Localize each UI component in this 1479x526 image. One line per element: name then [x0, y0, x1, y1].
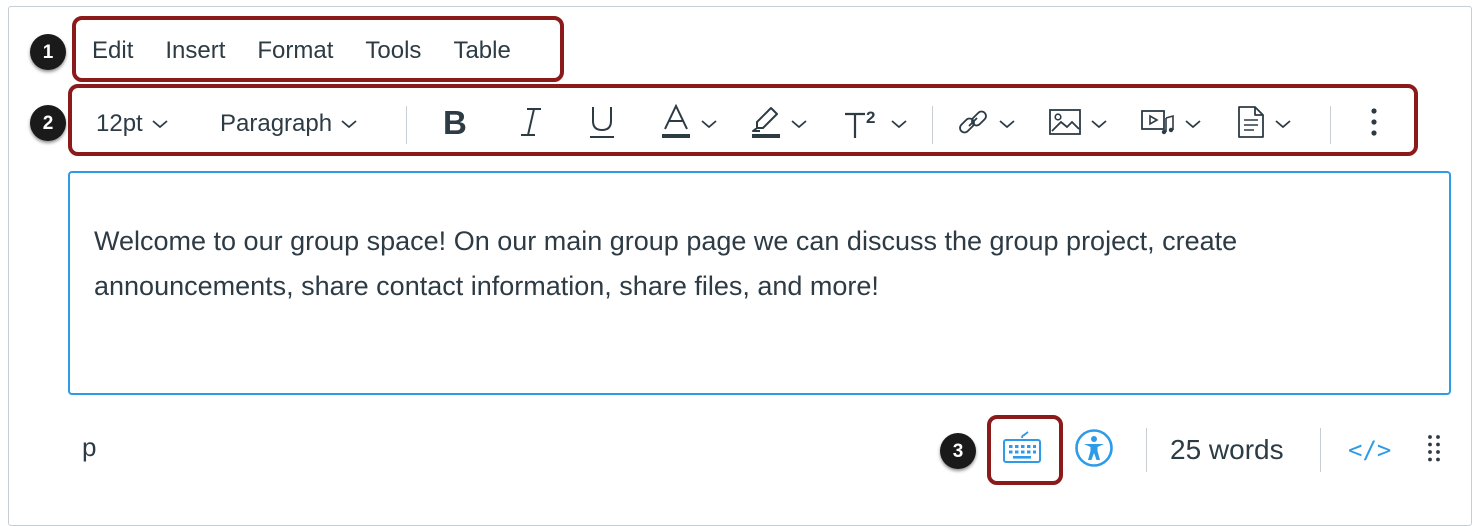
resize-handle[interactable] [1426, 425, 1442, 475]
text-color-icon [660, 103, 692, 145]
block-format-dropdown[interactable]: Paragraph [220, 96, 358, 152]
accessibility-icon [1074, 428, 1114, 473]
italic-icon [516, 105, 546, 144]
chevron-down-icon [340, 118, 358, 130]
underline-icon [586, 104, 618, 145]
highlight-color-icon [750, 104, 782, 145]
bold-button[interactable]: B [440, 96, 470, 152]
toolbar-divider [1330, 106, 1331, 144]
chevron-down-icon [890, 118, 908, 130]
html-editor-toggle[interactable]: </> [1348, 425, 1391, 475]
chevron-down-icon [151, 118, 169, 130]
element-path[interactable]: p [82, 432, 96, 463]
keyboard-shortcuts-button[interactable] [1002, 425, 1042, 475]
bold-icon: B [440, 104, 470, 144]
callout-3: 3 [940, 433, 976, 469]
menu-format[interactable]: Format [257, 37, 333, 65]
font-size-dropdown[interactable]: 12pt [96, 96, 169, 152]
svg-text:B: B [443, 105, 467, 139]
toolbar-divider [406, 106, 407, 144]
svg-text:2: 2 [866, 108, 875, 127]
chevron-down-icon [700, 118, 718, 130]
highlight-color-button[interactable] [750, 96, 808, 152]
image-button[interactable] [1048, 96, 1108, 152]
italic-button[interactable] [516, 96, 546, 152]
link-button[interactable] [956, 96, 1016, 152]
menu-tools[interactable]: Tools [365, 37, 421, 65]
superscript-button[interactable]: 2 [842, 96, 908, 152]
menu-edit[interactable]: Edit [92, 37, 133, 65]
block-format-value: Paragraph [220, 110, 333, 137]
underline-button[interactable] [586, 96, 618, 152]
resize-handle-icon [1426, 432, 1442, 469]
editor-content-area[interactable]: Welcome to our group space! On our main … [68, 171, 1451, 395]
text-color-button[interactable] [660, 96, 718, 152]
keyboard-icon [1002, 430, 1042, 470]
superscript-icon: 2 [842, 104, 882, 145]
chevron-down-icon [790, 118, 808, 130]
document-icon [1236, 105, 1266, 144]
media-button[interactable] [1140, 96, 1202, 152]
more-options-button[interactable] [1368, 96, 1380, 152]
more-vertical-icon [1368, 106, 1380, 143]
chevron-down-icon [1184, 118, 1202, 130]
toolbar: 12pt Paragraph B 2 [80, 96, 1410, 152]
status-divider [1146, 428, 1147, 472]
accessibility-checker-button[interactable] [1074, 425, 1114, 475]
code-icon: </> [1348, 436, 1392, 464]
image-icon [1048, 106, 1082, 143]
word-count-button[interactable]: 25 words [1170, 425, 1284, 475]
chevron-down-icon [1090, 118, 1108, 130]
menu-table[interactable]: Table [453, 37, 510, 65]
word-count: 25 words [1170, 434, 1284, 465]
document-button[interactable] [1236, 96, 1292, 152]
media-icon [1140, 106, 1176, 143]
toolbar-divider [932, 106, 933, 144]
callout-1: 1 [30, 34, 66, 70]
status-divider [1320, 428, 1321, 472]
font-size-value: 12pt [96, 110, 143, 137]
editor-paragraph[interactable]: Welcome to our group space! On our main … [94, 219, 1414, 309]
menubar: Edit Insert Format Tools Table [92, 34, 543, 68]
menu-insert[interactable]: Insert [165, 37, 225, 65]
link-icon [956, 105, 990, 144]
chevron-down-icon [998, 118, 1016, 130]
callout-2: 2 [30, 105, 66, 141]
chevron-down-icon [1274, 118, 1292, 130]
